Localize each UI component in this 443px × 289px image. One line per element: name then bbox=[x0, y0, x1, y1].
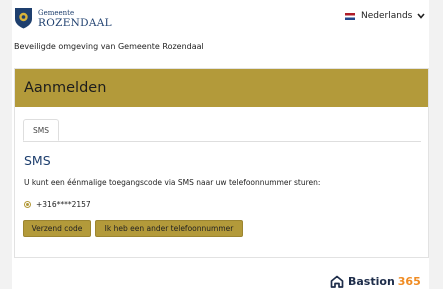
language-selector[interactable]: Nederlands bbox=[345, 9, 425, 23]
phone-option[interactable]: +316****2157 bbox=[24, 200, 91, 209]
login-card: Aanmelden SMS SMS U kunt een éénmalige t… bbox=[14, 68, 429, 258]
sms-heading: SMS bbox=[24, 153, 51, 168]
language-label: Nederlands bbox=[361, 11, 413, 21]
secure-environment-note: Beveiligde omgeving van Gemeente Rozenda… bbox=[14, 42, 204, 51]
phone-radio[interactable] bbox=[24, 201, 31, 208]
bastion-number: 365 bbox=[397, 274, 421, 288]
send-code-button[interactable]: Verzend code bbox=[23, 220, 91, 237]
card-header: Aanmelden bbox=[15, 69, 428, 107]
netherlands-flag-icon bbox=[345, 12, 355, 20]
page: Gemeente ROZENDAAL Nederlands Beveiligde… bbox=[12, 0, 429, 289]
chevron-down-icon bbox=[417, 13, 425, 19]
bastion-logo: Bastion 365 bbox=[330, 273, 421, 289]
bastion-house-icon bbox=[330, 275, 344, 288]
logo-big-text: ROZENDAAL bbox=[38, 17, 112, 29]
sms-description: U kunt een éénmalige toegangscode via SM… bbox=[24, 178, 321, 187]
municipality-logo: Gemeente ROZENDAAL bbox=[14, 7, 112, 31]
tab-sms[interactable]: SMS bbox=[23, 119, 59, 141]
phone-number: +316****2157 bbox=[36, 200, 91, 209]
method-tabs: SMS bbox=[23, 117, 421, 142]
municipality-crest-icon bbox=[15, 8, 32, 29]
card-title: Aanmelden bbox=[24, 80, 107, 96]
bastion-brand: Bastion bbox=[348, 274, 395, 288]
other-phone-button[interactable]: Ik heb een ander telefoonnummer bbox=[95, 220, 243, 237]
logo-small-text: Gemeente bbox=[38, 9, 75, 17]
